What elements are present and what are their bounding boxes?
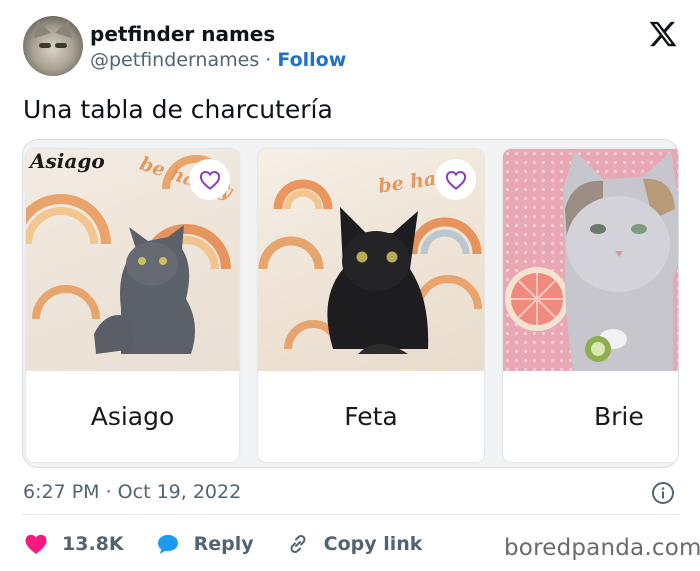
pet-name[interactable]: Brie xyxy=(503,371,678,462)
x-logo-icon[interactable] xyxy=(648,19,678,49)
info-icon[interactable] xyxy=(651,481,675,505)
divider xyxy=(22,514,679,515)
link-icon xyxy=(290,534,306,554)
avatar-eye xyxy=(55,43,67,48)
action-bar: 13.8K Reply Copy link xyxy=(24,530,454,558)
favorite-button[interactable] xyxy=(189,159,230,200)
reply-button[interactable]: Reply xyxy=(156,533,254,555)
avatar-eye xyxy=(39,43,51,48)
reply-label: Reply xyxy=(193,533,254,555)
avatar-ear xyxy=(54,17,78,39)
handle-row: @petfindernames · Follow xyxy=(90,49,346,71)
pet-name[interactable]: Asiago xyxy=(26,371,239,462)
reply-bubble-icon xyxy=(157,535,178,554)
avatar-ear xyxy=(28,17,52,39)
pet-photo-art xyxy=(505,151,678,371)
follow-button[interactable]: Follow xyxy=(277,49,346,71)
display-name[interactable]: petfinder names xyxy=(90,22,275,46)
photo-overlay-text: Asiago xyxy=(30,149,105,173)
pet-card-asiago[interactable]: Asiago be happy Asiago xyxy=(26,149,239,462)
avatar[interactable] xyxy=(23,16,83,76)
separator-dot: · xyxy=(265,49,272,71)
heart-outline-icon xyxy=(445,170,466,190)
pet-card-feta[interactable]: be happy Feta xyxy=(258,149,484,462)
pet-carousel[interactable]: Asiago be happy Asiago be happy Feta Bri… xyxy=(22,139,679,468)
user-handle[interactable]: @petfindernames xyxy=(90,49,259,71)
like-button[interactable]: 13.8K xyxy=(24,533,124,555)
tweet-timestamp[interactable]: 6:27 PM · Oct 19, 2022 xyxy=(23,481,241,503)
favorite-button[interactable] xyxy=(435,159,476,200)
pet-photo[interactable] xyxy=(503,149,678,371)
copy-link-label: Copy link xyxy=(323,533,423,555)
tweet-text: Una tabla de charcutería xyxy=(23,95,333,124)
pet-name[interactable]: Feta xyxy=(258,371,484,462)
like-count: 13.8K xyxy=(62,533,124,555)
watermark: boredpanda.com xyxy=(504,535,700,561)
heart-outline-icon xyxy=(199,170,220,190)
heart-filled-icon xyxy=(25,534,47,554)
copy-link-button[interactable]: Copy link xyxy=(286,532,423,556)
pet-card-brie[interactable]: Brie xyxy=(503,149,678,462)
